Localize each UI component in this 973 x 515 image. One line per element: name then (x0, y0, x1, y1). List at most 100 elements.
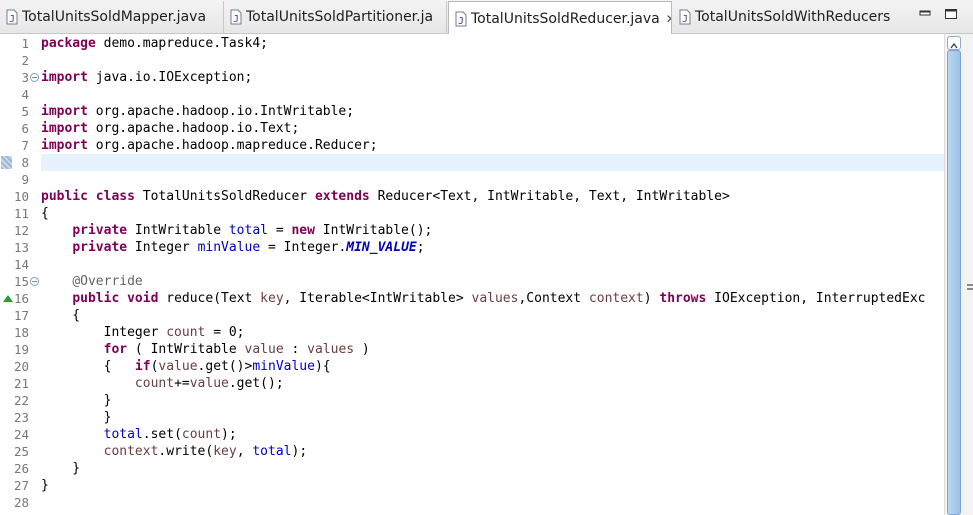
tab-totalunitssoldwithreducers[interactable]: J TotalUnitsSoldWithReducers (673, 1, 895, 33)
minimize-icon[interactable] (918, 8, 932, 20)
line-number: 9 (21, 172, 29, 187)
collapse-icon[interactable]: − (30, 73, 39, 82)
line-number-ruler: 1 2 3−4 5 6 7 8 9 10 11 12 13 14 15−16 17 18 19 20 21 22 23 2… (0, 34, 40, 515)
code-token: ) (354, 342, 370, 357)
overview-ruler-mark[interactable] (967, 284, 973, 286)
line-number: 28 (13, 495, 29, 510)
line-number: 20 (13, 359, 29, 374)
line-number: 19 (13, 342, 29, 357)
code-line[interactable]: private Integer minValue = Integer.MIN_V… (41, 239, 944, 256)
code-token: void (127, 291, 159, 306)
code-line[interactable]: { (41, 307, 944, 324)
code-line[interactable]: } (41, 460, 944, 477)
code-line[interactable]: total.set(count); (41, 426, 944, 443)
code-token: ) (643, 291, 660, 306)
tab-totalunitssoldpartitioner[interactable]: J TotalUnitsSoldPartitioner.ja (224, 1, 447, 33)
code-token: org.apache.hadoop.io.IntWritable; (87, 104, 355, 119)
collapse-icon[interactable]: − (30, 277, 39, 286)
overview-ruler-mark[interactable] (967, 288, 973, 290)
line-number: 22 (13, 393, 29, 408)
close-icon[interactable]: ✕ (666, 12, 671, 26)
code-line[interactable] (41, 494, 944, 511)
tab-totalunitssoldmapper[interactable]: J TotalUnitsSoldMapper.java (0, 1, 224, 33)
line-number: 15 (13, 274, 29, 289)
code-token: count (134, 376, 175, 391)
code-line[interactable]: import org.apache.hadoop.mapreduce.Reduc… (41, 137, 944, 154)
code-token: import (41, 104, 88, 119)
line-number: 14 (13, 257, 29, 272)
line-number: 6 (21, 121, 29, 136)
code-line[interactable]: package demo.mapreduce.Task4; (41, 35, 944, 52)
code-line[interactable]: import org.apache.hadoop.io.Text; (41, 120, 944, 137)
code-token: context (103, 444, 159, 459)
code-line[interactable]: } (41, 477, 944, 494)
code-token: .write( (158, 444, 214, 459)
code-token: .set( (142, 427, 182, 442)
code-line[interactable]: count+=value.get(); (41, 375, 944, 392)
code-token: import (41, 121, 88, 136)
override-marker-icon[interactable] (3, 295, 13, 302)
code-editor[interactable]: 1 2 3−4 5 6 7 8 9 10 11 12 13 14 15−16 17 18 19 20 21 22 23 2… (0, 34, 973, 515)
code-token: } (41, 478, 49, 493)
code-token: ,Context (518, 291, 589, 306)
code-token: import (41, 70, 88, 85)
code-token: { (41, 206, 49, 221)
code-line[interactable]: public void reduce(Text key, Iterable<In… (41, 290, 944, 307)
code-line[interactable] (41, 52, 944, 69)
code-line[interactable]: public class TotalUnitsSoldReducer exten… (41, 188, 944, 205)
code-line[interactable] (41, 86, 944, 103)
code-token: total (103, 427, 143, 442)
code-line[interactable] (41, 256, 944, 273)
code-line[interactable]: for ( IntWritable value : values ) (41, 341, 944, 358)
scrollbar-thumb[interactable] (947, 50, 961, 515)
code-token: extends (314, 189, 370, 204)
code-line[interactable]: } (41, 409, 944, 426)
code-token: .get()> (197, 359, 253, 374)
code-line[interactable]: import org.apache.hadoop.io.IntWritable; (41, 103, 944, 120)
code-token: TotalUnitsSoldReducer (134, 189, 315, 204)
code-line[interactable]: Integer count = 0; (41, 324, 944, 341)
line-number: 11 (13, 206, 29, 221)
svg-text:J: J (458, 16, 464, 27)
line-number: 25 (13, 444, 29, 459)
vertical-scrollbar[interactable] (944, 34, 973, 515)
code-line[interactable]: { (41, 205, 944, 222)
tab-totalunitssoldreducer[interactable]: J TotalUnitsSoldReducer.java ✕ (448, 1, 672, 35)
code-token: class (95, 189, 135, 204)
code-line[interactable]: import java.io.IOException; (41, 69, 944, 86)
code-line[interactable]: { if(value.get()>minValue){ (41, 358, 944, 375)
code-area[interactable]: package demo.mapreduce.Task4; import java… (41, 34, 944, 515)
code-token: { (41, 359, 135, 374)
svg-text:J: J (9, 14, 15, 25)
maximize-icon[interactable] (944, 8, 958, 20)
code-token: ){ (314, 359, 331, 374)
code-line[interactable] (41, 171, 944, 188)
code-token: ); (291, 444, 308, 459)
code-token: = Integer. (260, 240, 347, 255)
code-token: private (72, 223, 128, 238)
code-line[interactable]: @Override (41, 273, 944, 290)
code-token: throws (659, 291, 707, 306)
code-token: , (236, 444, 253, 459)
svg-text:J: J (682, 14, 688, 25)
code-line[interactable]: private IntWritable total = new IntWrita… (41, 222, 944, 239)
java-file-icon: J (230, 9, 242, 25)
line-number: 12 (13, 223, 29, 238)
code-token: value (189, 376, 229, 391)
code-token: demo.mapreduce.Task4; (95, 36, 268, 51)
line-number: 18 (13, 325, 29, 340)
line-number: 3 (21, 70, 29, 85)
code-line[interactable]: context.write(key, total); (41, 443, 944, 460)
code-token: += (174, 376, 190, 391)
code-token: .get(); (228, 376, 284, 391)
code-token: IOException, InterruptedExc (706, 291, 926, 306)
tab-label: TotalUnitsSoldPartitioner.ja (246, 9, 434, 25)
code-line[interactable] (41, 154, 944, 171)
scroll-up-arrow-icon[interactable] (947, 36, 961, 50)
code-line[interactable]: } (41, 392, 944, 409)
